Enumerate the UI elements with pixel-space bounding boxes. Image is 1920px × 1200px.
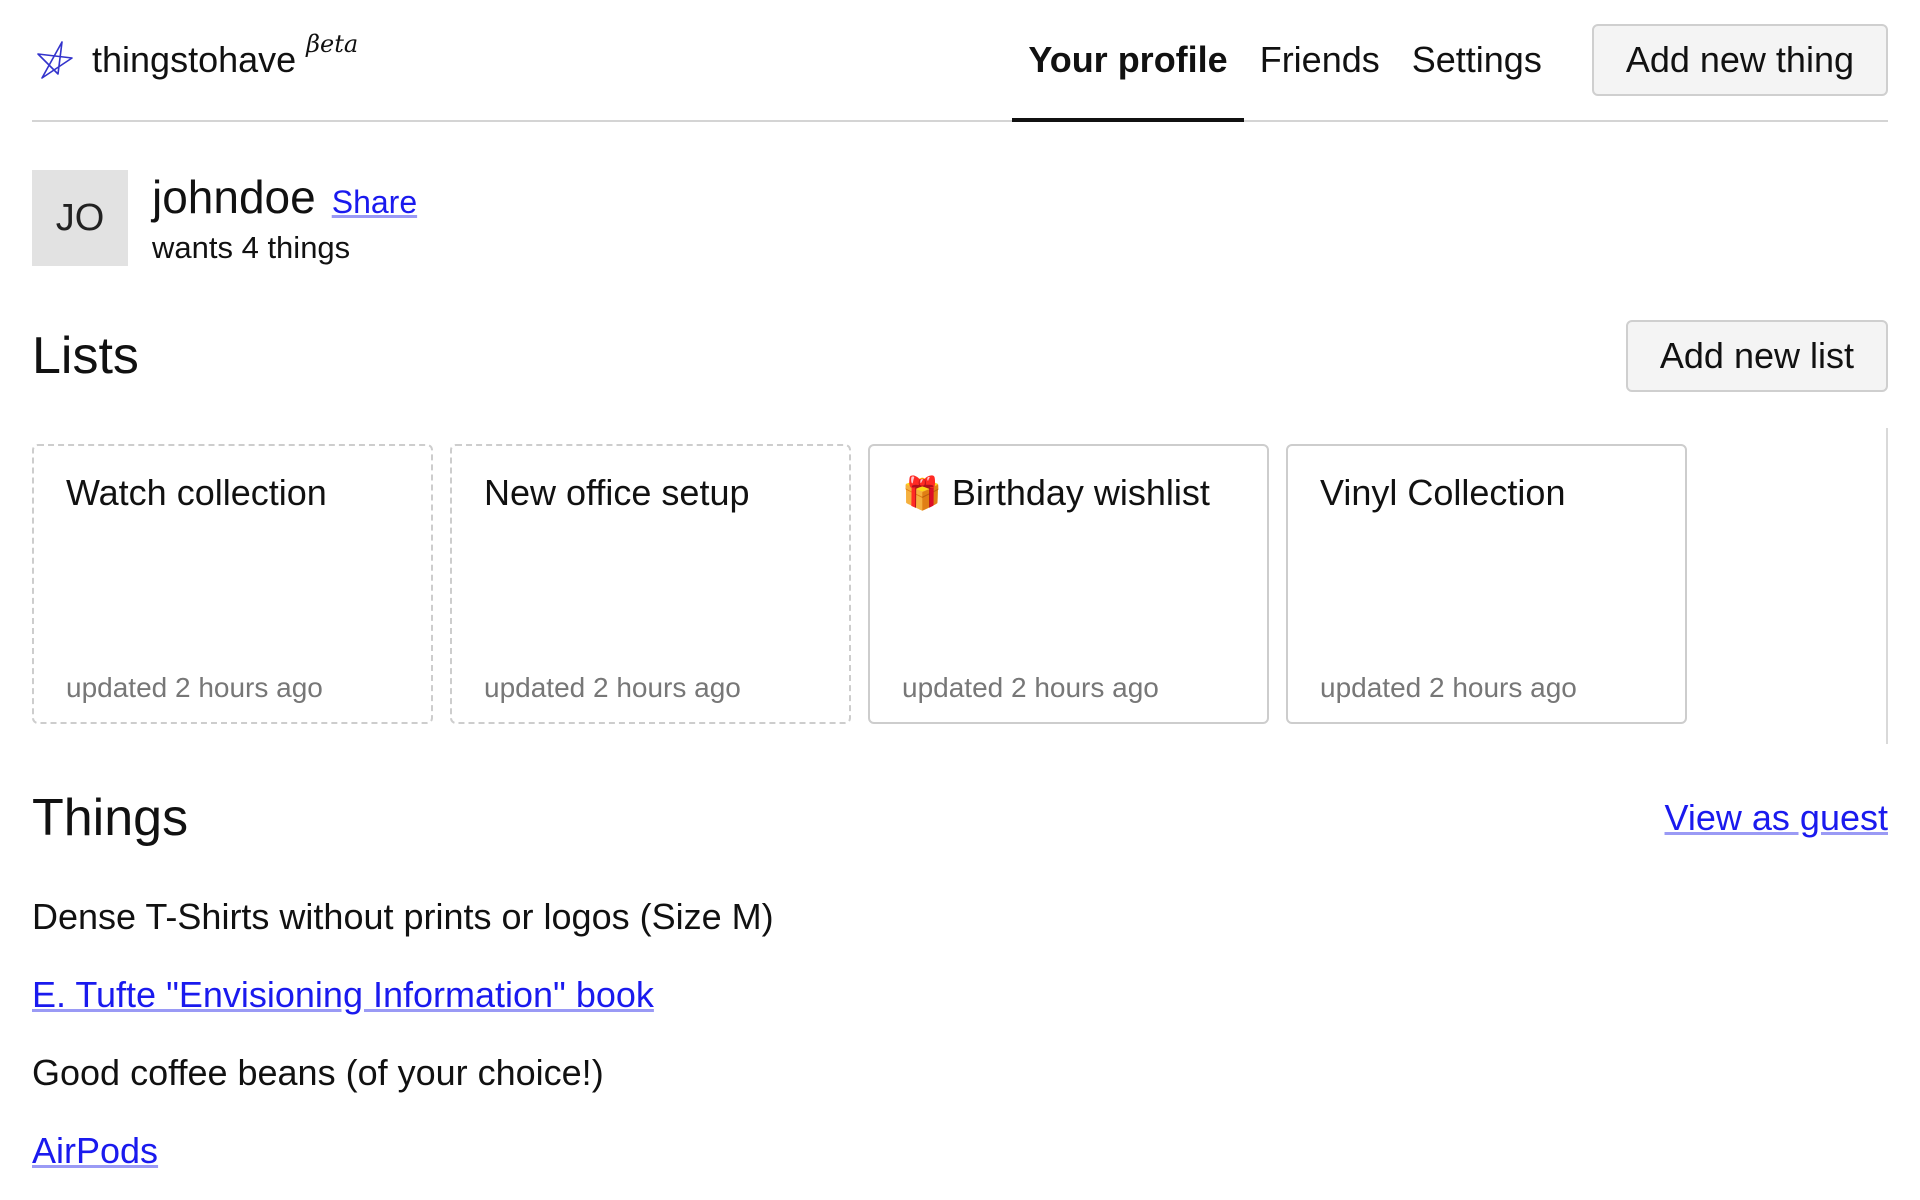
- thing-link[interactable]: AirPods: [32, 1130, 158, 1172]
- avatar: JO: [32, 170, 128, 266]
- list-card-updated: updated 2 hours ago: [66, 672, 323, 703]
- list-card-title-text: New office setup: [484, 472, 750, 513]
- things-list: Dense T-Shirts without prints or logos (…: [32, 878, 1888, 1190]
- thing-text: Dense T-Shirts without prints or logos (…: [32, 896, 774, 937]
- lists-scroller[interactable]: Watch collection updated 2 hours ago New…: [32, 428, 1888, 744]
- nav-your-profile[interactable]: Your profile: [1012, 0, 1245, 122]
- profile-summary: JO johndoe Share wants 4 things: [32, 170, 1888, 266]
- list-card-updated: updated 2 hours ago: [484, 672, 741, 703]
- list-item: Good coffee beans (of your choice!): [32, 1034, 1888, 1112]
- list-item: AirPods: [32, 1112, 1888, 1190]
- nav-friends[interactable]: Friends: [1244, 0, 1396, 120]
- list-card-title-text: Vinyl Collection: [1320, 472, 1566, 513]
- profile-name-row: johndoe Share: [152, 170, 417, 224]
- list-card-title: Watch collection: [66, 472, 399, 514]
- list-item: E. Tufte "Envisioning Information" book: [32, 956, 1888, 1034]
- wants-count: wants 4 things: [152, 230, 351, 265]
- profile-info: johndoe Share wants 4 things: [152, 170, 417, 266]
- list-card-new-office-setup[interactable]: New office setup updated 2 hours ago: [450, 444, 851, 724]
- main-nav: Your profile Friends Settings Add new th…: [1012, 0, 1888, 122]
- nav-settings[interactable]: Settings: [1396, 0, 1558, 120]
- list-card-birthday-wishlist[interactable]: 🎁 Birthday wishlist updated 2 hours ago: [868, 444, 1269, 724]
- things-header: Things View as guest: [32, 788, 1888, 848]
- page: thingstohave βeta Your profile Friends S…: [0, 0, 1920, 1200]
- list-card-watch-collection[interactable]: Watch collection updated 2 hours ago: [32, 444, 433, 724]
- list-card-vinyl-collection[interactable]: Vinyl Collection updated 2 hours ago: [1286, 444, 1687, 724]
- list-card-title-text: Birthday wishlist: [951, 472, 1210, 513]
- beta-badge: βeta: [306, 30, 359, 58]
- list-cards: Watch collection updated 2 hours ago New…: [32, 444, 1888, 724]
- lists-header: Lists Add new list: [32, 320, 1888, 392]
- username: johndoe: [152, 171, 316, 223]
- list-card-title: 🎁 Birthday wishlist: [902, 472, 1235, 514]
- things-title: Things: [32, 789, 189, 847]
- list-item: Dense T-Shirts without prints or logos (…: [32, 878, 1888, 956]
- list-card-title: Vinyl Collection: [1320, 472, 1653, 514]
- add-new-list-button[interactable]: Add new list: [1625, 320, 1888, 392]
- list-card-updated: updated 2 hours ago: [1320, 672, 1577, 703]
- list-card-updated: updated 2 hours ago: [902, 672, 1159, 703]
- add-new-thing-button[interactable]: Add new thing: [1591, 24, 1888, 96]
- brand[interactable]: thingstohave βeta: [32, 0, 358, 120]
- brand-name: thingstohave: [92, 39, 297, 80]
- lists-title: Lists: [32, 327, 139, 385]
- thing-link[interactable]: E. Tufte "Envisioning Information" book: [32, 974, 654, 1016]
- gift-icon: 🎁: [902, 475, 942, 511]
- lists-section: Lists Add new list Watch collection upda…: [32, 320, 1888, 744]
- share-link[interactable]: Share: [332, 184, 417, 221]
- list-card-title: New office setup: [484, 472, 817, 514]
- thing-text: Good coffee beans (of your choice!): [32, 1052, 604, 1093]
- list-card-title-text: Watch collection: [66, 472, 327, 513]
- top-header: thingstohave βeta Your profile Friends S…: [32, 0, 1888, 122]
- view-as-guest-link[interactable]: View as guest: [1665, 797, 1888, 839]
- scroll-edge-divider: [1886, 428, 1888, 744]
- star-icon: [37, 41, 73, 79]
- things-section: Things View as guest Dense T-Shirts with…: [32, 788, 1888, 1190]
